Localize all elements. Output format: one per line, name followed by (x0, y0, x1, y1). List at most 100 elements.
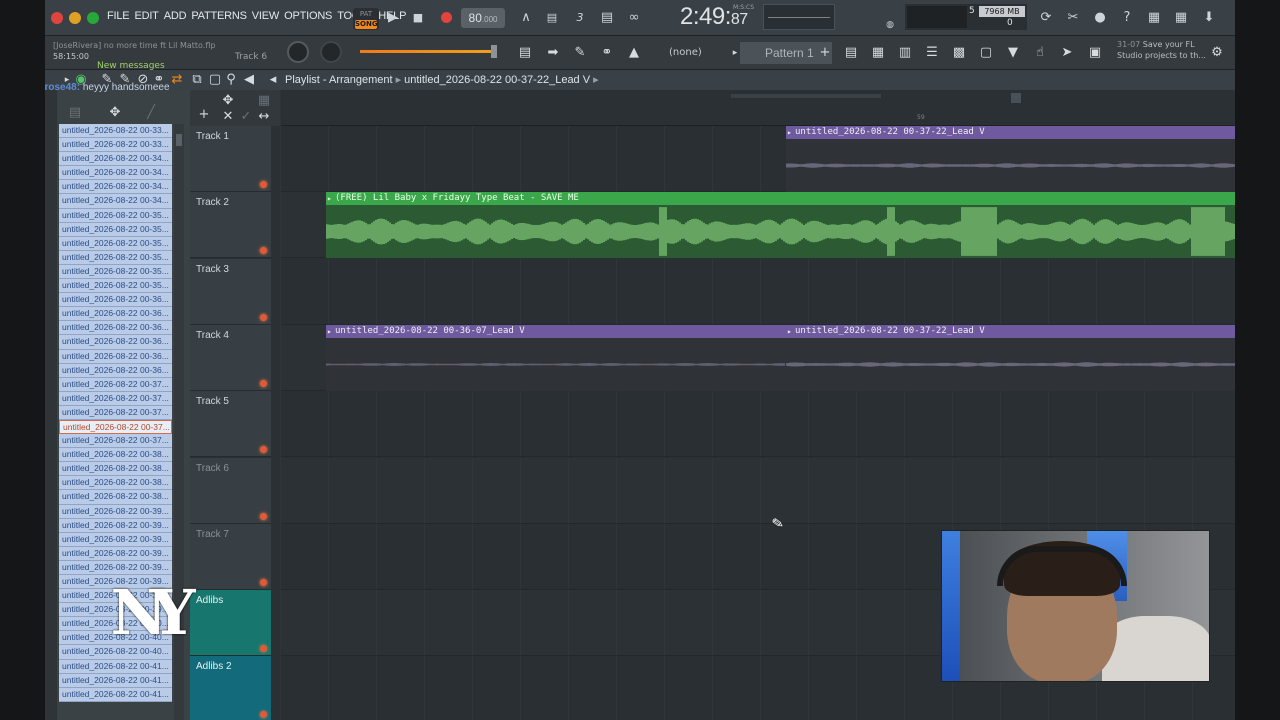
add-track-icon[interactable]: + (194, 106, 214, 124)
bell-icon[interactable]: ▲ (624, 44, 644, 62)
piano-icon[interactable]: ▥ (895, 44, 915, 62)
browser-file-item[interactable]: untitled_2026-08-22 00-38... (59, 490, 172, 505)
channel-select[interactable]: (none) (657, 45, 722, 61)
cut-icon[interactable]: ✂ (1064, 9, 1082, 27)
horizontal-scroll[interactable] (731, 94, 881, 98)
resize-icon[interactable]: ↔ (254, 108, 274, 126)
browser-pin-icon[interactable]: ╱ (141, 104, 161, 122)
channel-rack-icon[interactable]: ▦ (868, 44, 888, 62)
browser-file-item[interactable]: untitled_2026-08-22 00-37... (59, 405, 172, 420)
track-mute-led[interactable] (260, 711, 267, 719)
timeline-ruler[interactable]: 59 (281, 90, 1235, 126)
browser-file-item[interactable]: untitled_2026-08-22 00-35... (59, 264, 172, 280)
track-mute-led[interactable] (260, 313, 267, 321)
reset-icon[interactable]: ⟳ (1037, 9, 1055, 27)
draw-icon[interactable]: ✎ (570, 44, 590, 62)
stop-icon[interactable]: ■ (409, 9, 427, 27)
browser-file-item[interactable]: untitled_2026-08-22 00-34... (59, 194, 172, 209)
browser-file-item[interactable]: untitled_2026-08-22 00-39... (59, 518, 172, 533)
browser-file-item[interactable]: untitled_2026-08-22 00-36... (59, 363, 172, 378)
minimize-window-button[interactable] (69, 12, 81, 24)
browser-file-item[interactable]: untitled_2026-08-22 00-36... (59, 335, 172, 350)
menu-view[interactable]: VIEW (252, 10, 284, 22)
export-icon[interactable]: ➤ (1057, 44, 1077, 62)
browser-file-item[interactable]: untitled_2026-08-22 00-37... (59, 419, 172, 435)
piano-roll-icon[interactable]: ▤ (515, 44, 535, 62)
track-mute-led[interactable] (260, 446, 267, 454)
playback-icon[interactable]: ◀ (239, 71, 259, 89)
browser-file-item[interactable]: untitled_2026-08-22 00-33... (59, 138, 172, 153)
browser-file-item[interactable]: untitled_2026-08-22 00-35... (59, 208, 172, 223)
track-header-6[interactable]: Track 6 (190, 457, 271, 524)
mixer-icon[interactable]: ☰ (922, 44, 942, 62)
wait-input-icon[interactable]: ▤ (543, 9, 561, 27)
track-mute-led[interactable] (260, 181, 267, 188)
track-header-1[interactable]: Track 1 (190, 126, 271, 192)
zoom-icon[interactable]: ⚲ (221, 71, 241, 89)
plugin-icon[interactable]: ▩ (949, 44, 969, 62)
loop-record-icon[interactable]: ∞ (625, 9, 643, 27)
browser-expand-icon[interactable]: ✥ (105, 104, 125, 122)
browser-file-item[interactable]: untitled_2026-08-22 00-37... (59, 377, 172, 392)
menu-edit[interactable]: EDIT (134, 10, 163, 22)
help-icon[interactable]: ? (1118, 9, 1136, 27)
browser-file-item[interactable]: untitled_2026-08-22 00-34... (59, 180, 172, 195)
plug-icon[interactable]: ▼ (1003, 44, 1023, 62)
track-lane-3[interactable] (281, 258, 1235, 325)
browser-file-item[interactable]: untitled_2026-08-22 00-35... (59, 250, 172, 265)
browser-options-icon[interactable]: ▤ (65, 104, 85, 122)
cart-icon[interactable]: ▣ (1085, 44, 1105, 62)
mic-icon[interactable]: ● (1091, 9, 1109, 27)
audio-clip[interactable]: untitled_2026-08-22 00-37-22_Lead V (786, 324, 1235, 391)
settings-icon[interactable]: ⚙ (1207, 44, 1227, 62)
download-icon[interactable]: ⬇ (1200, 9, 1218, 27)
main-pitch-knob[interactable] (320, 41, 342, 63)
browser-file-item[interactable]: untitled_2026-08-22 00-36... (59, 321, 172, 336)
pat-song-toggle[interactable]: PAT SONG (353, 8, 379, 30)
track-header-9[interactable]: Adlibs 2 (190, 656, 271, 720)
play-icon[interactable]: ▶ (384, 9, 402, 27)
add-pattern-icon[interactable]: + (815, 44, 835, 62)
news-panel[interactable]: 31-07 Save your FL Studio projects to th… (1117, 39, 1217, 61)
browser-icon[interactable]: ▢ (976, 44, 996, 62)
browser-file-item[interactable]: untitled_2026-08-22 00-36... (59, 349, 172, 364)
browser-file-item[interactable]: untitled_2026-08-22 00-39... (59, 560, 172, 575)
browser-file-item[interactable]: untitled_2026-08-22 00-39... (59, 546, 172, 561)
close-icon[interactable]: ✕ (218, 108, 238, 126)
track-header-7[interactable]: Track 7 (190, 523, 271, 590)
track-mute-led[interactable] (260, 379, 267, 387)
slip-icon[interactable]: ⇄ (167, 71, 187, 89)
main-volume-knob[interactable] (287, 41, 309, 63)
audio-clip[interactable]: untitled_2026-08-22 00-37-22_Lead V (786, 126, 1235, 192)
master-slider[interactable] (360, 45, 497, 58)
browser-file-item[interactable]: untitled_2026-08-22 00-41... (59, 659, 172, 674)
tempo-display[interactable]: 80.000 (461, 8, 505, 28)
browser-file-item[interactable]: untitled_2026-08-22 00-35... (59, 222, 172, 237)
track-mute-led[interactable] (260, 512, 267, 520)
track-header-4[interactable]: Track 4 (190, 324, 271, 391)
metronome-icon[interactable]: ∧ (517, 9, 535, 27)
track-mute-led[interactable] (260, 578, 267, 586)
browser-file-item[interactable]: untitled_2026-08-22 00-38... (59, 448, 172, 463)
browser-file-item[interactable]: untitled_2026-08-22 00-34... (59, 152, 172, 167)
render-icon[interactable]: ▦ (1172, 9, 1190, 27)
maximize-window-button[interactable] (87, 12, 99, 24)
track-header-2[interactable]: Track 2 (190, 192, 271, 259)
browser-file-item[interactable]: untitled_2026-08-22 00-35... (59, 236, 172, 251)
browser-file-item[interactable]: untitled_2026-08-22 00-37... (59, 434, 172, 449)
playlist-icon[interactable]: ▤ (841, 44, 861, 62)
track-lane-5[interactable] (281, 391, 1235, 458)
browser-file-item[interactable]: untitled_2026-08-22 00-41... (59, 687, 172, 702)
audio-clip[interactable]: (FREE) Lil Baby x Fridayy Type Beat - SA… (326, 192, 1235, 259)
browser-file-item[interactable]: untitled_2026-08-22 00-33... (59, 124, 172, 139)
track-mute-led[interactable] (260, 247, 267, 255)
cpu-memory-meter[interactable]: 5 7968 MB 0 (905, 4, 1027, 30)
slice-icon[interactable]: ⧉ (187, 71, 207, 89)
browser-file-item[interactable]: untitled_2026-08-22 00-39... (59, 532, 172, 547)
track-header-5[interactable]: Track 5 (190, 391, 271, 458)
record-icon[interactable] (437, 9, 455, 27)
track-mute-led[interactable] (260, 645, 267, 653)
countdown-icon[interactable]: 3 (571, 9, 589, 27)
menu-options[interactable]: OPTIONS (284, 10, 337, 22)
speaker-icon[interactable]: ◂ (263, 71, 283, 89)
